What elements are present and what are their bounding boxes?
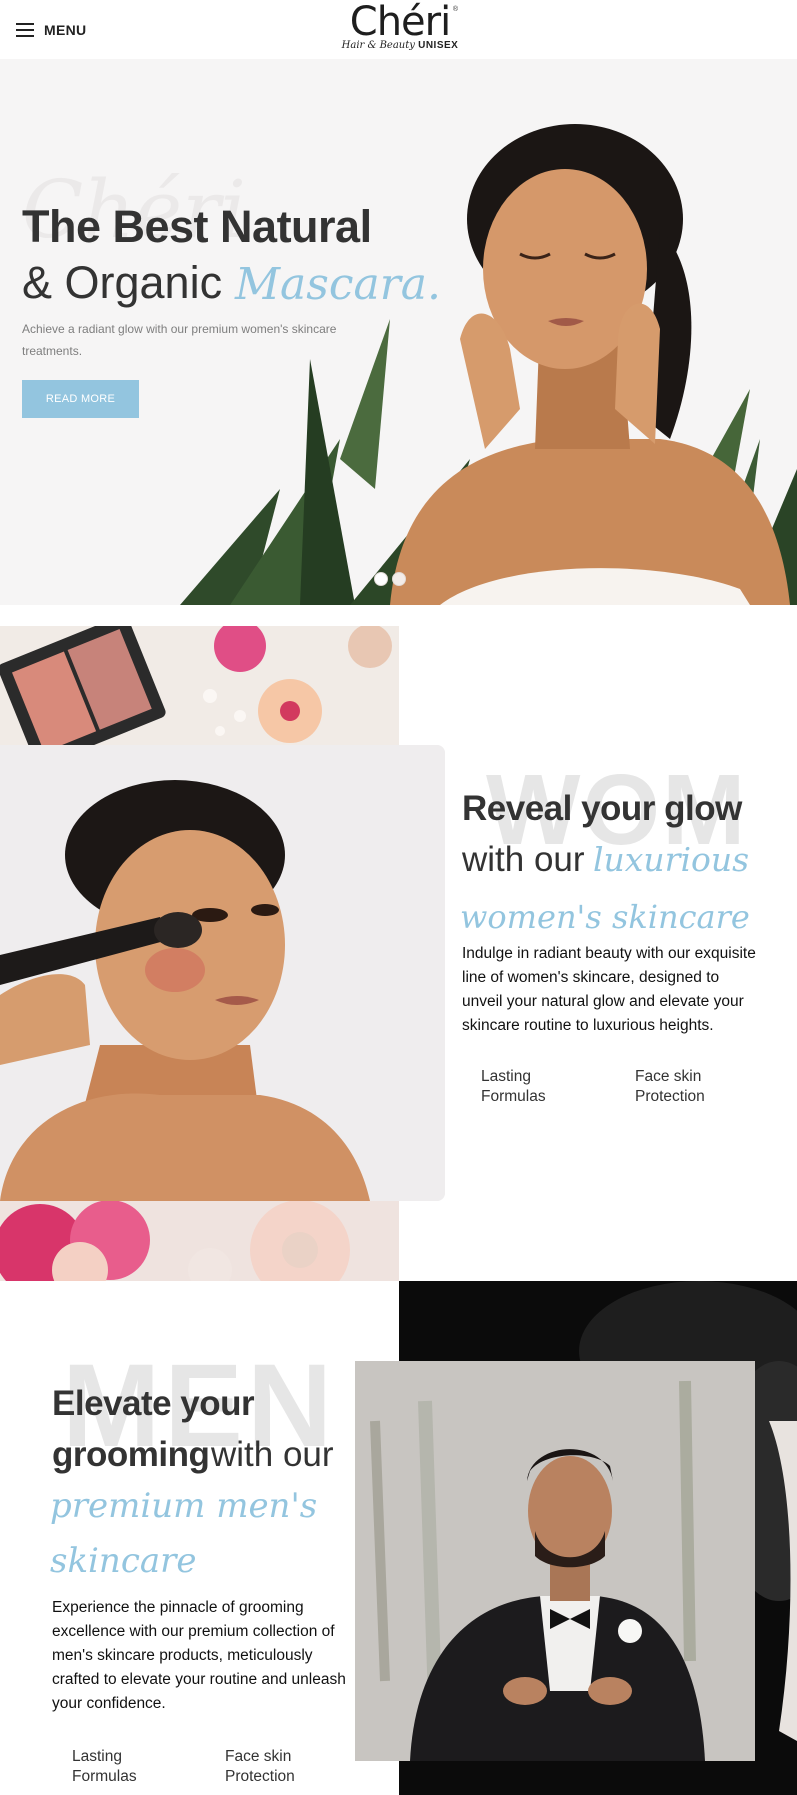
- logo-tag-bold: UNISEX: [418, 40, 459, 51]
- logo-registered-mark: ®: [452, 6, 458, 13]
- menu-button[interactable]: MENU: [16, 18, 86, 42]
- makeup-flatlay-image-top: [0, 626, 399, 746]
- flowers-image-bottom: [0, 1200, 399, 1281]
- men-script-line2: skincare: [50, 1541, 197, 1581]
- women-description: Indulge in radiant beauty with our exqui…: [462, 945, 756, 1034]
- hero-title-line1: The Best Natural: [22, 201, 372, 252]
- feature-line2: Protection: [635, 1088, 705, 1105]
- hero-subtitle: Achieve a radiant glow with our premium …: [22, 322, 337, 358]
- slider-dots: [374, 572, 406, 586]
- men-title-line2-rest: with our: [211, 1435, 334, 1474]
- men-description: Experience the pinnacle of grooming exce…: [52, 1599, 346, 1712]
- feature-line1: Lasting: [72, 1748, 122, 1765]
- women-title-line2: with our: [462, 840, 585, 879]
- man-in-tuxedo-image: [355, 1361, 755, 1761]
- logo-tag-script: Hair & Beauty: [341, 40, 415, 51]
- slider-dot-1[interactable]: [374, 572, 388, 586]
- feature-line1: Lasting: [481, 1068, 531, 1085]
- hero-title-script: Mascara.: [235, 259, 441, 310]
- feature-line2: Protection: [225, 1768, 295, 1785]
- men-title-line2-bold: grooming: [52, 1435, 210, 1474]
- hero-slider: Chéri The Best Natural & Organic Mascara…: [0, 59, 797, 605]
- women-title-line1: Reveal your glow: [462, 789, 742, 828]
- men-title-line1: Elevate your: [52, 1384, 255, 1423]
- men-feature-lasting-formulas: Lasting Formulas: [72, 1747, 137, 1787]
- women-feature-face-skin-protection: Face skin Protection: [635, 1067, 705, 1107]
- logo-tagline: Hair & Beauty UNISEX: [340, 40, 460, 51]
- hero-title-line2: & Organic: [22, 257, 223, 308]
- logo-wordmark: Chéri: [349, 0, 451, 45]
- woman-applying-makeup-image: [0, 745, 445, 1201]
- men-script-line1: premium men's: [50, 1486, 318, 1526]
- feature-line1: Face skin: [635, 1068, 702, 1085]
- feature-line2: Formulas: [72, 1768, 137, 1785]
- slider-dot-2[interactable]: [392, 572, 406, 586]
- feature-line1: Face skin: [225, 1748, 292, 1765]
- women-script-line2: women's skincare: [460, 898, 750, 936]
- menu-label: MENU: [44, 22, 87, 38]
- read-more-button[interactable]: READ MORE: [22, 380, 139, 418]
- men-feature-face-skin-protection: Face skin Protection: [225, 1747, 295, 1787]
- site-header: MENU Chéri ® Hair & Beauty UNISEX: [0, 0, 797, 59]
- women-feature-lasting-formulas: Lasting Formulas: [481, 1067, 546, 1107]
- women-script-line1: luxurious: [593, 840, 750, 879]
- feature-line2: Formulas: [481, 1088, 546, 1105]
- site-logo[interactable]: Chéri ® Hair & Beauty UNISEX: [340, 2, 460, 58]
- hamburger-icon: [16, 23, 34, 37]
